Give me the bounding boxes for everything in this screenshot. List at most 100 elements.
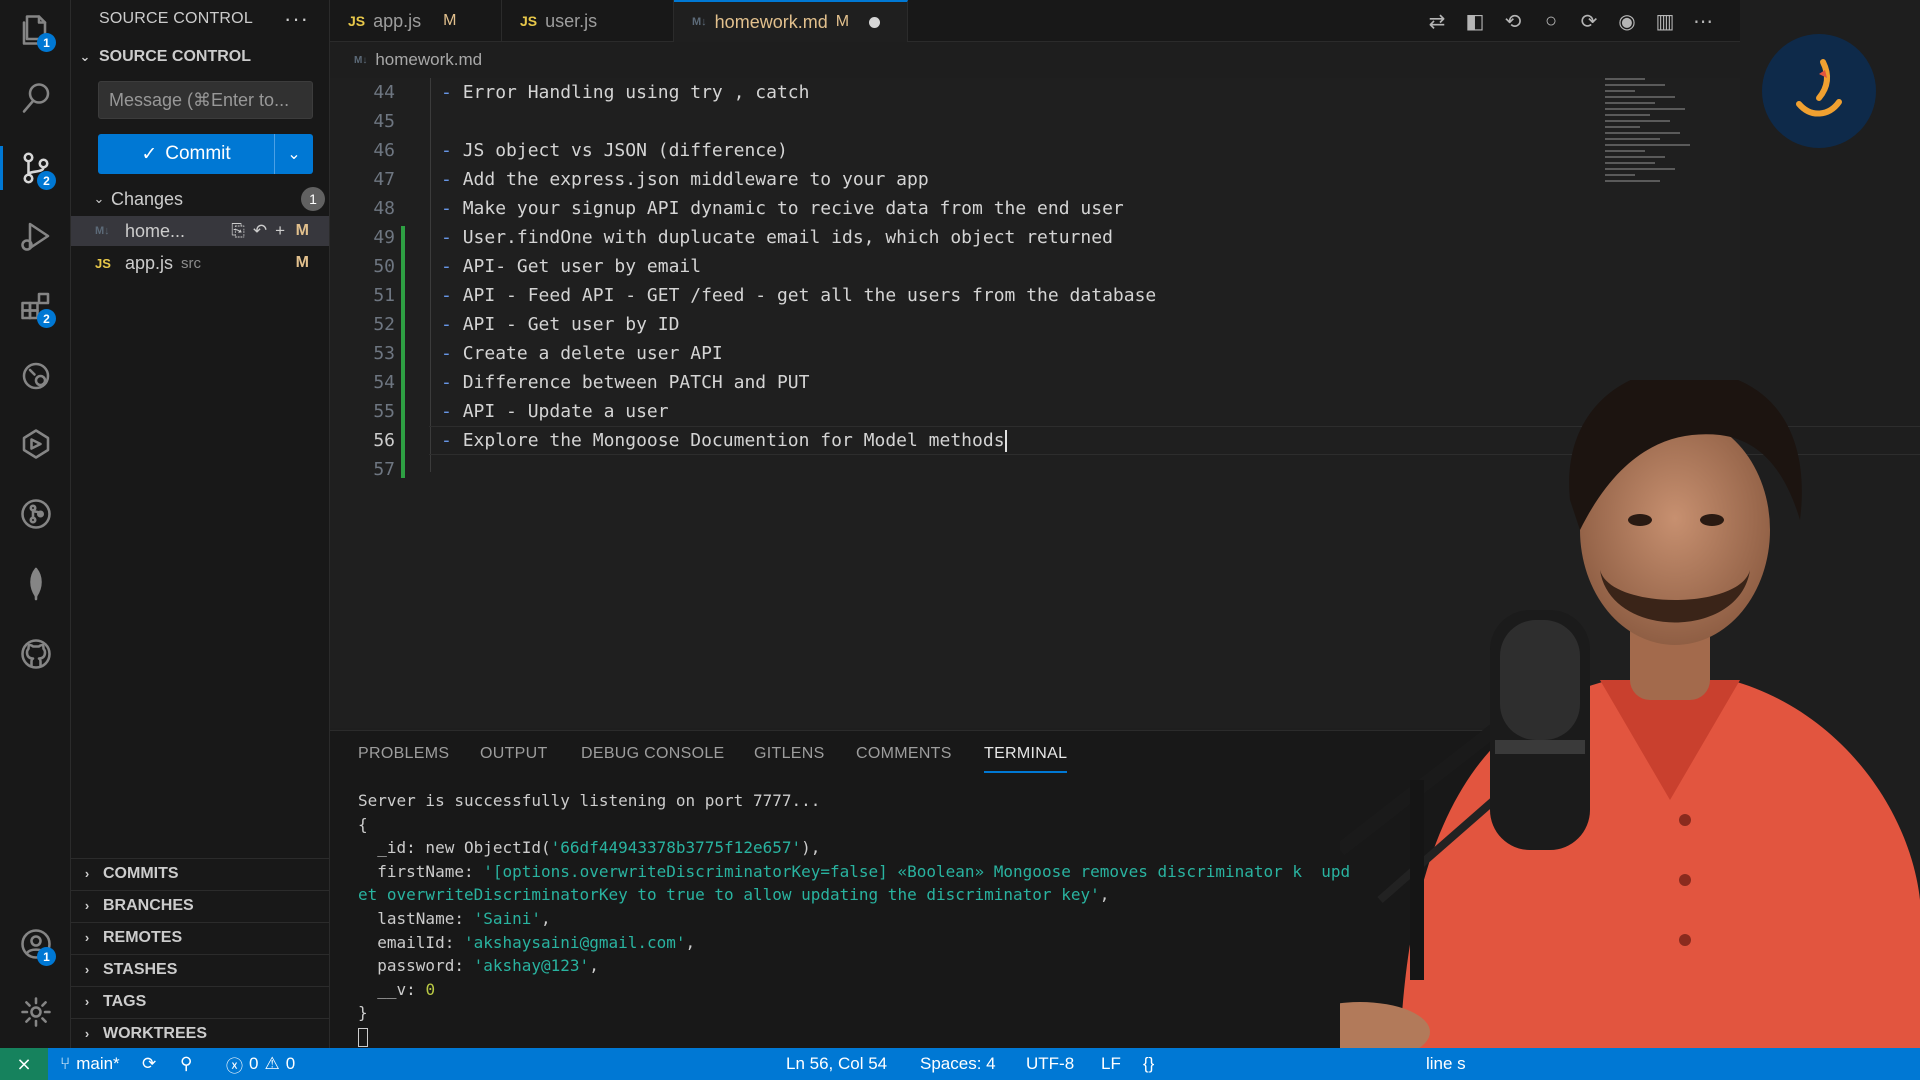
file-name: app.js — [125, 252, 174, 273]
testing-icon[interactable] — [0, 416, 71, 472]
minimap[interactable] — [1605, 78, 1695, 190]
section-remotes[interactable]: › REMOTES — [71, 922, 329, 952]
terminal-line: Server is successfully listening on port… — [358, 791, 821, 810]
line-number: 52 — [373, 314, 395, 335]
run-debug-icon[interactable] — [0, 208, 71, 264]
section-label: STASHES — [103, 960, 178, 978]
search-icon[interactable] — [0, 70, 71, 126]
breadcrumb[interactable]: M↓ homework.md — [330, 45, 482, 75]
settings-gear-icon[interactable] — [0, 984, 71, 1040]
webcam-overlay — [1340, 380, 1920, 1048]
unsaved-dot-icon[interactable] — [869, 16, 881, 28]
gitlens-inspect-icon[interactable]: ◉ — [1614, 8, 1640, 34]
code-line[interactable]: - Make your signup API dynamic to recive… — [441, 194, 1124, 223]
discard-changes-icon[interactable]: ↶ — [253, 221, 267, 241]
chevron-right-icon: › — [84, 930, 90, 945]
explorer-icon[interactable]: 1 — [0, 2, 71, 58]
code-line[interactable]: - API - Get user by ID — [441, 310, 679, 339]
editor-actions: ⇄ ◧ ⟲ ○ ⟳ ◉ ▥ ⋯ — [1424, 8, 1716, 34]
section-stashes[interactable]: › STASHES — [71, 954, 329, 984]
status-bar: ⨯ ⑂ main* ⟳ ⚲ ⓧ 0 ⚠ 0 Ln 56, Col 54 Spac… — [0, 1048, 1920, 1080]
language-braces-icon[interactable]: {} — [1143, 1048, 1154, 1080]
tab-gitlens[interactable]: GITLENS — [754, 745, 825, 763]
tab-output[interactable]: OUTPUT — [480, 745, 548, 763]
open-file-icon[interactable]: ⎘ — [231, 221, 245, 241]
tab-terminal[interactable]: TERMINAL — [984, 745, 1068, 773]
status-trailing-item[interactable]: line s — [1426, 1048, 1466, 1080]
commit-dropdown-button[interactable]: ⌄ — [275, 134, 313, 174]
branch-indicator[interactable]: ⑂ main* — [60, 1048, 120, 1080]
cursor-position[interactable]: Ln 56, Col 54 — [786, 1048, 887, 1080]
code-line[interactable]: - Explore the Mongoose Documention for M… — [441, 426, 1007, 455]
stage-changes-icon[interactable]: + — [275, 221, 285, 241]
github-icon[interactable] — [0, 626, 71, 682]
tab-problems[interactable]: PROBLEMS — [358, 745, 449, 763]
tab-comments[interactable]: COMMENTS — [856, 745, 952, 763]
source-control-section[interactable]: ⌄ SOURCE CONTROL — [77, 48, 251, 66]
end-of-line[interactable]: LF — [1101, 1048, 1121, 1080]
account-icon[interactable]: 1 — [0, 916, 71, 972]
circle-icon[interactable]: ○ — [1538, 8, 1564, 34]
code-line[interactable]: - API - Update a user — [441, 397, 669, 426]
encoding[interactable]: UTF-8 — [1026, 1048, 1074, 1080]
tab-user-js[interactable]: JS user.js — [502, 0, 674, 42]
section-worktrees[interactable]: › WORKTREES — [71, 1018, 329, 1048]
list-bullet: - — [441, 372, 463, 393]
code-line[interactable]: - Error Handling using try , catch — [441, 78, 809, 107]
file-status: M — [295, 222, 309, 239]
code-line[interactable]: - User.findOne with duplucate email ids,… — [441, 223, 1113, 252]
code-line[interactable]: - API- Get user by email — [441, 252, 701, 281]
section-commits[interactable]: › COMMITS — [71, 858, 329, 888]
terminal-punct: ), — [801, 838, 821, 858]
remote-indicator-icon[interactable]: ⨯ — [0, 1048, 48, 1080]
code-line[interactable]: - Create a delete user API — [441, 339, 723, 368]
commit-message-input[interactable]: Message (⌘Enter to... — [98, 81, 313, 119]
compare-changes-icon[interactable]: ⇄ — [1424, 8, 1450, 34]
editor-tab-bar: JS app.js M JS user.js M↓ homework.md M … — [330, 0, 1740, 42]
breadcrumb-file[interactable]: homework.md — [375, 50, 482, 70]
chevron-down-icon: ⌄ — [79, 49, 91, 64]
problems-indicator[interactable]: ⓧ 0 ⚠ 0 — [226, 1048, 295, 1080]
sync-icon[interactable]: ⟳ — [142, 1048, 156, 1080]
indent-guide — [430, 78, 431, 472]
tab-debug-console[interactable]: DEBUG CONSOLE — [581, 745, 725, 763]
indentation[interactable]: Spaces: 4 — [920, 1048, 996, 1080]
terminal-string: 'akshaysaini@gmail.com' — [463, 932, 686, 952]
extensions-icon[interactable]: 2 — [0, 278, 71, 334]
commit-button-group: ✓ Commit ⌄ — [98, 134, 313, 174]
code-text: Make your signup API dynamic to recive d… — [462, 198, 1124, 219]
section-branches[interactable]: › BRANCHES — [71, 890, 329, 920]
list-bullet: - — [441, 198, 463, 219]
list-bullet: - — [441, 169, 463, 190]
changes-group[interactable]: ⌄ Changes 1 — [91, 186, 325, 212]
code-line[interactable]: - Difference between PATCH and PUT — [441, 368, 809, 397]
more-actions-icon[interactable]: ··· — [284, 6, 309, 32]
code-text: Error Handling using try , catch — [462, 82, 810, 103]
git-graph-icon[interactable]: ⚲ — [180, 1048, 192, 1080]
terminal-key: password: — [358, 956, 474, 976]
source-control-icon[interactable]: 2 — [0, 140, 71, 196]
line-number: 50 — [373, 256, 395, 277]
gitlens-icon[interactable] — [0, 486, 71, 542]
tab-app-js[interactable]: JS app.js M — [330, 0, 502, 42]
more-actions-icon[interactable]: ⋯ — [1690, 8, 1716, 34]
section-tags[interactable]: › TAGS — [71, 986, 329, 1016]
code-line[interactable]: - API - Feed API - GET /feed - get all t… — [441, 281, 1156, 310]
remote-explorer-icon[interactable] — [0, 348, 71, 404]
code-line[interactable]: - JS object vs JSON (difference) — [441, 136, 788, 165]
open-preview-icon[interactable]: ◧ — [1462, 8, 1488, 34]
split-editor-icon[interactable]: ▥ — [1652, 8, 1678, 34]
code-text: Difference between PATCH and PUT — [462, 372, 810, 393]
changes-count-badge: 1 — [301, 187, 325, 211]
file-dir: src — [181, 254, 202, 272]
tab-homework-md[interactable]: M↓ homework.md M — [674, 0, 908, 42]
go-back-icon[interactable]: ⟲ — [1500, 8, 1526, 34]
changed-file-homework[interactable]: M↓ home... ⎘ ↶ + M — [71, 216, 329, 246]
code-line[interactable]: - Add the express.json middleware to you… — [441, 165, 929, 194]
go-forward-icon[interactable]: ⟳ — [1576, 8, 1602, 34]
changed-file-app-js[interactable]: JS app.js src M — [71, 248, 329, 278]
chevron-right-icon: › — [84, 898, 90, 913]
terminal-output[interactable]: Server is successfully listening on port… — [358, 789, 1350, 1049]
mongodb-leaf-icon[interactable] — [0, 556, 71, 612]
commit-button[interactable]: ✓ Commit — [98, 134, 275, 174]
